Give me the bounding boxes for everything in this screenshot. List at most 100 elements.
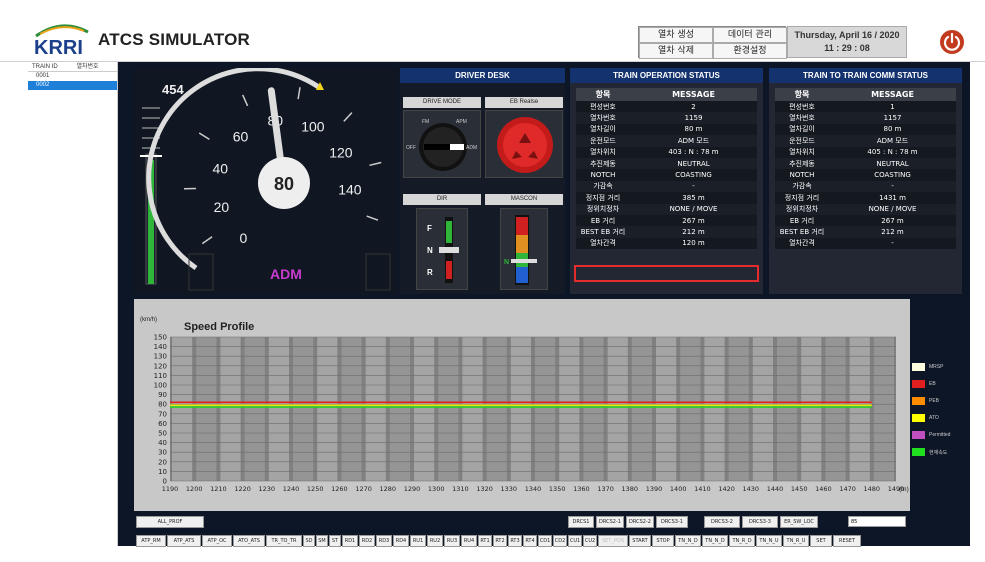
y-tick-label: 90 bbox=[158, 391, 167, 399]
speed-limit-readout: 454 bbox=[162, 82, 184, 97]
y-tick-label: 150 bbox=[154, 334, 167, 342]
control-button[interactable]: SET bbox=[810, 535, 832, 547]
status-value: 212 m bbox=[829, 226, 956, 238]
x-tick-label: 1370 bbox=[597, 485, 614, 493]
status-key: 열차간격 bbox=[576, 237, 630, 250]
control-button[interactable]: TN_N_D bbox=[675, 535, 701, 547]
control-button[interactable]: RT3 bbox=[508, 535, 522, 547]
control-button[interactable]: DRCS3-2 bbox=[704, 516, 740, 528]
control-button[interactable]: RU4 bbox=[461, 535, 477, 547]
control-button[interactable]: RT4 bbox=[523, 535, 537, 547]
control-button[interactable]: RD2 bbox=[359, 535, 375, 547]
control-button[interactable]: RD4 bbox=[393, 535, 409, 547]
direction-lever[interactable]: F N R bbox=[416, 208, 468, 290]
control-button[interactable]: TN_N_U bbox=[756, 535, 782, 547]
control-button[interactable]: TN_R_U bbox=[783, 535, 809, 547]
status-row: 정위치정차 NONE / MOVE bbox=[775, 203, 956, 215]
status-row: 정지점 거리 1431 m bbox=[775, 192, 956, 204]
x-tick-label: 1380 bbox=[622, 485, 639, 493]
create-train-button[interactable]: 열차 생성 bbox=[639, 27, 713, 43]
status-value: 1157 bbox=[829, 112, 956, 124]
train-list-item-selected[interactable]: 0002 bbox=[28, 81, 117, 90]
control-button[interactable]: CD2 bbox=[553, 535, 567, 547]
legend-label: 현재속도 bbox=[929, 449, 948, 456]
control-button[interactable]: ST bbox=[329, 535, 341, 547]
control-button[interactable]: ALL_PROF bbox=[136, 516, 204, 528]
direction-label: DIR bbox=[403, 194, 481, 205]
control-button[interactable]: DRCS3-3 bbox=[742, 516, 778, 528]
control-button[interactable]: TN_R_D bbox=[729, 535, 755, 547]
control-button[interactable]: RT1 bbox=[478, 535, 492, 547]
legend-swatch bbox=[912, 414, 925, 422]
legend-item: Permitted bbox=[912, 430, 950, 440]
status-row: 열차간격 - bbox=[775, 237, 956, 250]
knob-label-fm: FM bbox=[422, 119, 429, 125]
delete-train-button[interactable]: 열차 삭제 bbox=[639, 43, 713, 59]
control-button[interactable]: ER_SW_LOC bbox=[780, 516, 818, 528]
control-button[interactable]: RD1 bbox=[342, 535, 358, 547]
status-key: 정지점 거리 bbox=[576, 192, 630, 204]
control-button[interactable]: RD3 bbox=[376, 535, 392, 547]
control-button[interactable]: TR_TO_TR bbox=[266, 535, 302, 547]
train-list-item[interactable]: 0001 bbox=[28, 72, 117, 81]
mascon-letter: N bbox=[504, 259, 509, 266]
control-button[interactable]: START bbox=[629, 535, 651, 547]
train-number-header: 열차번호 bbox=[76, 64, 99, 70]
gauge-tick-label: 40 bbox=[213, 161, 229, 177]
control-button[interactable]: ATO_ATS bbox=[233, 535, 265, 547]
x-tick-label: 1200 bbox=[186, 485, 203, 493]
control-button[interactable]: DRCS3-1 bbox=[656, 516, 688, 528]
legend-label: EB bbox=[929, 381, 936, 387]
control-button[interactable]: TN_N_D bbox=[702, 535, 728, 547]
control-button[interactable]: RT2 bbox=[493, 535, 507, 547]
status-value: COASTING bbox=[630, 169, 757, 181]
dir-letter-r: R bbox=[427, 268, 433, 277]
control-button[interactable]: CD1 bbox=[538, 535, 552, 547]
control-button[interactable]: CU1 bbox=[568, 535, 582, 547]
status-value: 267 m bbox=[630, 214, 757, 227]
status-key: 가감속 bbox=[576, 180, 630, 193]
legend-item: 현재속도 bbox=[912, 447, 947, 457]
x-tick-label: 1290 bbox=[404, 485, 421, 493]
plot-band bbox=[559, 337, 580, 481]
control-button[interactable]: ATP_RM bbox=[136, 535, 166, 547]
data-management-button[interactable]: 데이터 관리 bbox=[713, 27, 787, 43]
drive-mode-knob[interactable]: FM APM OFF ADM bbox=[403, 110, 481, 178]
plot-band bbox=[535, 337, 556, 481]
control-button[interactable]: RU3 bbox=[444, 535, 460, 547]
control-button[interactable]: RESET bbox=[833, 535, 861, 547]
control-button[interactable]: SET_POS bbox=[598, 535, 628, 547]
legend-swatch bbox=[912, 397, 925, 405]
control-button[interactable]: SM bbox=[316, 535, 328, 547]
set-value-input[interactable] bbox=[848, 516, 906, 527]
header: KRRI ATCS SIMULATOR 열차 생성 데이터 관리 열차 삭제 환… bbox=[0, 0, 985, 62]
status-row: 열차위치 403 : N : 78 m bbox=[576, 146, 757, 158]
power-button[interactable] bbox=[940, 30, 964, 54]
plot-band bbox=[752, 337, 773, 481]
krri-logo: KRRI bbox=[34, 24, 89, 56]
status-key: EB 거리 bbox=[576, 214, 630, 227]
mascon-lever-icon: N bbox=[504, 215, 537, 285]
status-value: NEUTRAL bbox=[829, 157, 956, 170]
control-button[interactable]: ATP_ATS bbox=[167, 535, 201, 547]
status-value: NONE / MOVE bbox=[630, 203, 757, 215]
eb-release-button[interactable] bbox=[485, 110, 563, 178]
control-button[interactable]: SD bbox=[303, 535, 315, 547]
control-button[interactable]: DRCS2-1 bbox=[596, 516, 624, 528]
control-button[interactable]: DRCS1 bbox=[568, 516, 594, 528]
y-tick-label: 120 bbox=[154, 362, 167, 370]
control-button[interactable]: ATP_OC bbox=[202, 535, 232, 547]
plot-band bbox=[341, 337, 362, 481]
control-button[interactable]: CU2 bbox=[583, 535, 597, 547]
plot-band bbox=[438, 337, 459, 481]
control-button[interactable]: RU1 bbox=[410, 535, 426, 547]
control-button[interactable]: DRCS2-2 bbox=[626, 516, 654, 528]
control-button[interactable]: STOP bbox=[652, 535, 674, 547]
mascon-lever[interactable]: N bbox=[500, 208, 548, 290]
status-key: 편성번호 bbox=[576, 101, 630, 113]
plot-band bbox=[172, 337, 193, 481]
settings-button[interactable]: 환경설정 bbox=[713, 43, 787, 59]
x-tick-label: 1450 bbox=[791, 485, 808, 493]
drive-mode-label: DRIVE MODE bbox=[403, 97, 481, 108]
control-button[interactable]: RU2 bbox=[427, 535, 443, 547]
